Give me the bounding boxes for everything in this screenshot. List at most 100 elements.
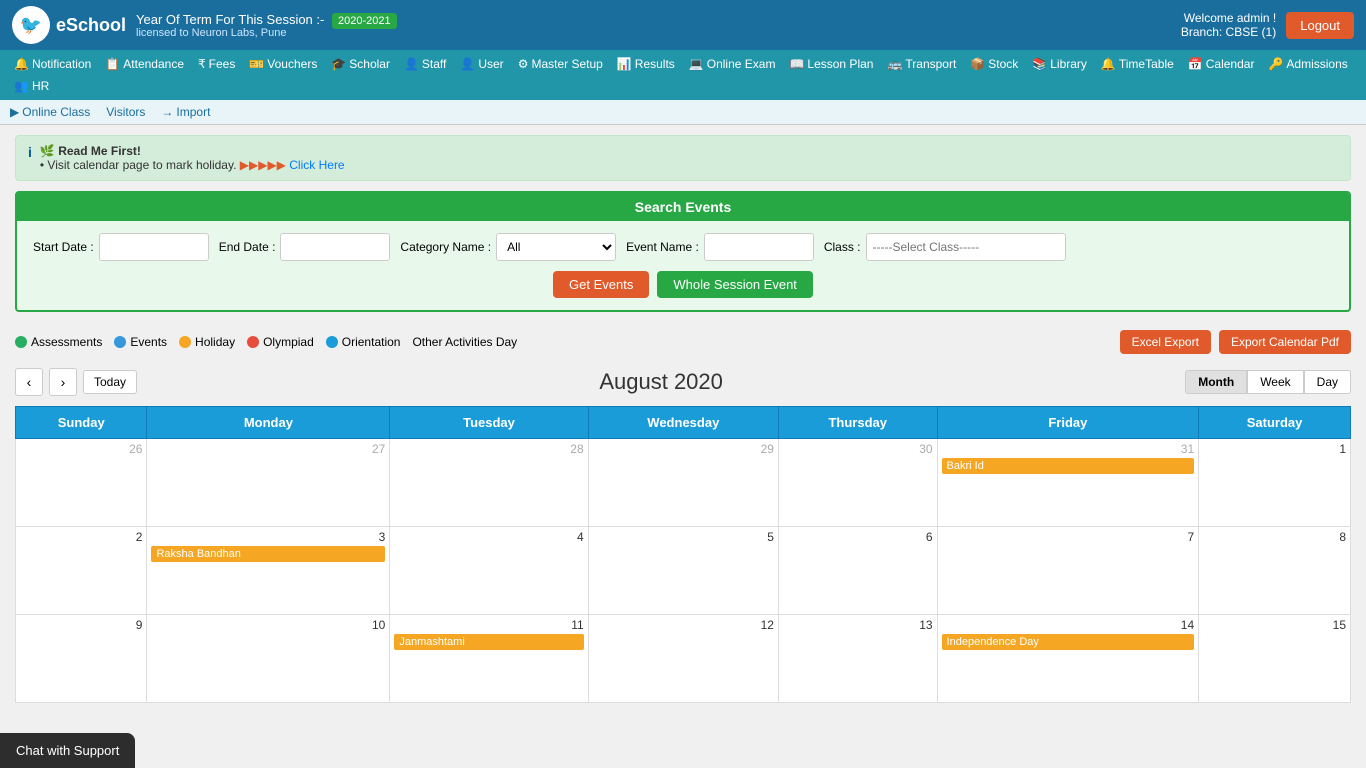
legend-events: Events: [114, 335, 167, 349]
legend-olympiad: Olympiad: [247, 335, 314, 349]
day-view-button[interactable]: Day: [1304, 370, 1351, 394]
nav-fees[interactable]: ₹ Fees: [192, 54, 241, 74]
calendar-header-row: Sunday Monday Tuesday Wednesday Thursday…: [16, 407, 1351, 439]
day-cell[interactable]: 8: [1199, 527, 1351, 615]
nav-online-exam[interactable]: 💻 Online Exam: [683, 54, 782, 74]
legend-assessments: Assessments: [15, 335, 102, 349]
assessments-dot: [15, 336, 27, 348]
day-cell[interactable]: 13: [778, 615, 937, 703]
class-input[interactable]: [866, 233, 1066, 261]
arrows-icon: ▶▶▶▶▶: [240, 158, 286, 172]
sub-nav-visitors[interactable]: Visitors: [106, 105, 145, 119]
nav-stock[interactable]: 📦 Stock: [964, 54, 1024, 74]
nav-user[interactable]: 👤 User: [454, 54, 509, 74]
info-box: i 🌿 Read Me First! • Visit calendar page…: [15, 135, 1351, 181]
event-name-input[interactable]: [704, 233, 814, 261]
end-date-label: End Date :: [219, 240, 276, 254]
nav-attendance[interactable]: 📋 Attendance: [99, 54, 190, 74]
chat-support-button[interactable]: Chat with Support: [0, 733, 135, 768]
day-cell[interactable]: 26: [16, 439, 147, 527]
start-date-input[interactable]: [99, 233, 209, 261]
info-read-me: 🌿 Read Me First!: [40, 144, 345, 158]
pdf-export-button[interactable]: Export Calendar Pdf: [1219, 330, 1351, 354]
day-cell[interactable]: 12: [588, 615, 778, 703]
day-cell[interactable]: 4: [390, 527, 588, 615]
sub-nav-online-class[interactable]: ▶ Online Class: [10, 105, 90, 119]
logo-icon: 🐦: [12, 6, 50, 44]
welcome-text: Welcome admin ! Branch: CBSE (1): [1181, 11, 1276, 39]
end-date-input[interactable]: [280, 233, 390, 261]
nav-scholar[interactable]: 🎓 Scholar: [325, 54, 396, 74]
legend-holiday: Holiday: [179, 335, 235, 349]
day-cell[interactable]: 7: [937, 527, 1199, 615]
month-view-button[interactable]: Month: [1185, 370, 1247, 394]
nav-lesson-plan[interactable]: 📖 Lesson Plan: [783, 54, 879, 74]
nav-results[interactable]: 📊 Results: [611, 54, 681, 74]
calendar-wrap: Sunday Monday Tuesday Wednesday Thursday…: [15, 406, 1351, 703]
end-date-field: End Date :: [219, 233, 391, 261]
category-field: Category Name : All Assessments Events H…: [400, 233, 616, 261]
category-select[interactable]: All Assessments Events Holiday Olympiad …: [496, 233, 616, 261]
day-cell[interactable]: 1: [1199, 439, 1351, 527]
nav-hr[interactable]: 👥 HR: [8, 76, 55, 96]
table-row: 26 27 28 29 30 31 Bakri Id 1: [16, 439, 1351, 527]
click-here-link[interactable]: Click Here: [289, 158, 344, 172]
get-events-button[interactable]: Get Events: [553, 271, 649, 298]
list-item[interactable]: Janmashtami: [394, 634, 583, 650]
list-item[interactable]: Bakri Id: [942, 458, 1195, 474]
day-cell[interactable]: 6: [778, 527, 937, 615]
nav-timetable[interactable]: 🔔 TimeTable: [1095, 54, 1180, 74]
excel-export-button[interactable]: Excel Export: [1120, 330, 1211, 354]
day-cell[interactable]: 31 Bakri Id: [937, 439, 1199, 527]
list-item[interactable]: Independence Day: [942, 634, 1195, 650]
day-cell[interactable]: 5: [588, 527, 778, 615]
legend-other: Other Activities Day: [412, 335, 517, 349]
year-badge: 2020-2021: [332, 13, 397, 29]
nav-transport[interactable]: 🚌 Transport: [881, 54, 962, 74]
day-cell[interactable]: 15: [1199, 615, 1351, 703]
logo-area: 🐦 eSchool: [12, 6, 126, 44]
header: 🐦 eSchool Year Of Term For This Session …: [0, 0, 1366, 50]
day-cell[interactable]: 27: [147, 439, 390, 527]
prev-month-button[interactable]: ‹: [15, 368, 43, 396]
list-item[interactable]: Raksha Bandhan: [151, 546, 385, 562]
next-month-button[interactable]: ›: [49, 368, 77, 396]
logo-text: eSchool: [56, 15, 126, 36]
nav-bar: 🔔 Notification 📋 Attendance ₹ Fees 🎫 Vou…: [0, 50, 1366, 100]
day-cell[interactable]: 14 Independence Day: [937, 615, 1199, 703]
day-cell[interactable]: 3 Raksha Bandhan: [147, 527, 390, 615]
info-content: 🌿 Read Me First! • Visit calendar page t…: [40, 144, 345, 172]
header-saturday: Saturday: [1199, 407, 1351, 439]
event-name-field: Event Name :: [626, 233, 814, 261]
nav-admissions[interactable]: 🔑 Admissions: [1262, 54, 1353, 74]
day-cell[interactable]: 11 Janmashtami: [390, 615, 588, 703]
play-icon: ▶: [10, 105, 19, 119]
header-right: Welcome admin ! Branch: CBSE (1) Logout: [1181, 11, 1354, 39]
today-button[interactable]: Today: [83, 370, 137, 394]
nav-library[interactable]: 📚 Library: [1026, 54, 1093, 74]
calendar-nav-left: ‹ › Today: [15, 368, 137, 396]
nav-calendar[interactable]: 📅 Calendar: [1182, 54, 1261, 74]
header-title-area: Year Of Term For This Session :- 2020-20…: [136, 12, 397, 39]
nav-notification[interactable]: 🔔 Notification: [8, 54, 97, 74]
day-cell[interactable]: 30: [778, 439, 937, 527]
nav-staff[interactable]: 👤 Staff: [398, 54, 452, 74]
day-cell[interactable]: 29: [588, 439, 778, 527]
nav-vouchers[interactable]: 🎫 Vouchers: [243, 54, 323, 74]
sub-nav-import[interactable]: → Import: [161, 105, 210, 119]
header-tuesday: Tuesday: [390, 407, 588, 439]
logout-button[interactable]: Logout: [1286, 12, 1354, 39]
calendar-table: Sunday Monday Tuesday Wednesday Thursday…: [15, 406, 1351, 703]
day-cell[interactable]: 28: [390, 439, 588, 527]
day-cell[interactable]: 2: [16, 527, 147, 615]
table-row: 9 10 11 Janmashtami 12 13 14 Independenc…: [16, 615, 1351, 703]
whole-session-button[interactable]: Whole Session Event: [657, 271, 813, 298]
header-thursday: Thursday: [778, 407, 937, 439]
search-row: Start Date : End Date : Category Name : …: [33, 233, 1333, 261]
header-left: 🐦 eSchool Year Of Term For This Session …: [12, 6, 397, 44]
day-cell[interactable]: 9: [16, 615, 147, 703]
olympiad-dot: [247, 336, 259, 348]
week-view-button[interactable]: Week: [1247, 370, 1303, 394]
nav-master-setup[interactable]: ⚙ Master Setup: [512, 54, 609, 74]
day-cell[interactable]: 10: [147, 615, 390, 703]
